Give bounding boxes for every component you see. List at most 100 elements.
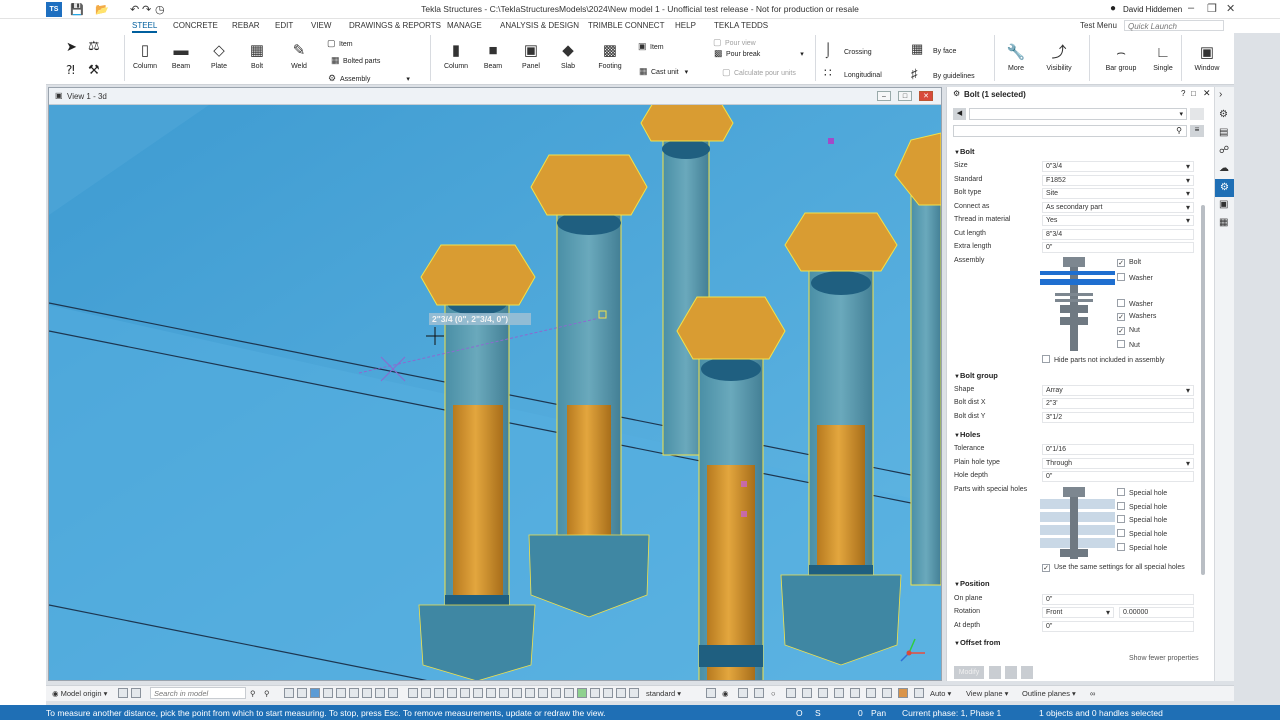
- menu-analysis-design[interactable]: ANALYSIS & DESIGN: [500, 21, 579, 30]
- assembly-bolt-checkbox[interactable]: ✓ Bolt: [1117, 259, 1141, 267]
- size-field[interactable]: 0"3/4: [1042, 161, 1194, 172]
- model-canvas[interactable]: 2"3/4 (0", 2"3/4, 0"): [49, 105, 941, 681]
- menu-concrete[interactable]: CONCRETE: [173, 21, 218, 30]
- toolbar-button[interactable]: [818, 688, 828, 698]
- snap-tool[interactable]: [473, 688, 483, 698]
- select-tool[interactable]: [297, 688, 307, 698]
- globe-icon[interactable]: ☍: [1219, 145, 1229, 156]
- snap-tool[interactable]: [603, 688, 613, 698]
- model-search-input[interactable]: Search in model: [150, 687, 246, 699]
- shape-field[interactable]: Array: [1042, 385, 1194, 396]
- zoom-icon[interactable]: ⚲: [264, 689, 270, 698]
- pin-icon[interactable]: □: [1191, 89, 1196, 98]
- view-plane-dropdown[interactable]: View plane ▾: [966, 689, 1008, 698]
- menu-help[interactable]: HELP: [675, 21, 696, 30]
- extra-length-field[interactable]: 0": [1042, 242, 1194, 253]
- toolbar-button[interactable]: [834, 688, 844, 698]
- single-button[interactable]: ∟ Single: [1151, 44, 1175, 72]
- view-maximize-icon[interactable]: □: [898, 91, 912, 101]
- catalog-icon[interactable]: ▤: [1219, 127, 1228, 138]
- filter-icon[interactable]: [1021, 666, 1033, 679]
- toolbar-button[interactable]: [131, 688, 141, 698]
- toolbar-button[interactable]: [882, 688, 892, 698]
- snap-tool[interactable]: [447, 688, 457, 698]
- standard-field[interactable]: F1852: [1042, 175, 1194, 186]
- test-menu[interactable]: Test Menu: [1080, 21, 1117, 30]
- on-plane-field[interactable]: 0": [1042, 594, 1194, 605]
- property-scrollbar[interactable]: [1201, 205, 1205, 575]
- toolbar-button[interactable]: [802, 688, 812, 698]
- bolt-type-field[interactable]: Site: [1042, 188, 1194, 199]
- select-tool[interactable]: [349, 688, 359, 698]
- menu-manage[interactable]: MANAGE: [447, 21, 482, 30]
- concrete-slab-button[interactable]: ◆ Slab: [555, 42, 581, 70]
- toolbar-button[interactable]: [866, 688, 876, 698]
- scales-icon[interactable]: ⚖: [88, 38, 100, 54]
- snap-tool[interactable]: [538, 688, 548, 698]
- snap-tool[interactable]: [421, 688, 431, 698]
- tools-icon[interactable]: ⚒: [88, 62, 100, 78]
- link-icon[interactable]: ∞: [1090, 689, 1095, 698]
- bar-group-button[interactable]: ⌢ Bar group: [1103, 44, 1139, 72]
- view-close-icon[interactable]: ✕: [919, 91, 933, 101]
- calculate-pour-units-button[interactable]: ▢ Calculate pour units: [722, 67, 796, 78]
- special-hole-4-checkbox[interactable]: Special hole: [1117, 529, 1167, 538]
- concrete-panel-button[interactable]: ▣ Panel: [518, 42, 544, 70]
- handle-point[interactable]: [741, 511, 747, 517]
- concrete-footing-button[interactable]: ▩ Footing: [596, 42, 624, 70]
- settings-dropdown[interactable]: ▾: [969, 108, 1187, 120]
- select-tool[interactable]: [375, 688, 385, 698]
- concrete-column-button[interactable]: ▮ Column: [443, 42, 469, 70]
- rotation-dropdown[interactable]: Front: [1042, 607, 1114, 618]
- snap-tool[interactable]: [499, 688, 509, 698]
- select-tool[interactable]: [362, 688, 372, 698]
- snap-tool[interactable]: [434, 688, 444, 698]
- select-tool[interactable]: [323, 688, 333, 698]
- cloud-icon[interactable]: ☁: [1219, 163, 1229, 174]
- steel-item-button[interactable]: ▢ Item: [327, 38, 353, 49]
- special-hole-1-checkbox[interactable]: Special hole: [1117, 488, 1167, 497]
- cast-unit-button[interactable]: ▦ Cast unit ▾: [639, 66, 688, 77]
- rotation-value-field[interactable]: 0.00000: [1119, 607, 1194, 618]
- cube-icon[interactable]: ▣: [1219, 199, 1228, 210]
- copy-icon[interactable]: [1005, 666, 1017, 679]
- special-hole-3-checkbox[interactable]: Special hole: [1117, 515, 1167, 524]
- assembly-washer2-checkbox[interactable]: Washer: [1117, 299, 1153, 308]
- concrete-item-button[interactable]: ▣ Item: [638, 41, 664, 52]
- toolbar-button[interactable]: [118, 688, 128, 698]
- toolbar-button[interactable]: [754, 688, 764, 698]
- concrete-beam-button[interactable]: ■ Beam: [480, 42, 506, 70]
- pour-view-button[interactable]: ▢ Pour view: [713, 37, 756, 48]
- eye-icon[interactable]: ◉: [722, 689, 729, 698]
- toolbar-button[interactable]: [898, 688, 908, 698]
- assembly-washers-checkbox[interactable]: ✓ Washers: [1117, 313, 1156, 321]
- visibility-button[interactable]: ⤴ Visibility: [1043, 44, 1075, 72]
- toolbar-button[interactable]: [706, 688, 716, 698]
- handle-point[interactable]: [828, 138, 834, 144]
- handle-point[interactable]: [741, 481, 747, 487]
- smart-select-toggle[interactable]: S: [815, 708, 821, 718]
- offset-from-section[interactable]: Offset from: [954, 638, 1000, 647]
- menu-rebar[interactable]: REBAR: [232, 21, 260, 30]
- back-icon[interactable]: ◀: [953, 108, 966, 120]
- holes-section[interactable]: Holes: [954, 430, 980, 439]
- snap-tool[interactable]: [551, 688, 561, 698]
- panel-close-icon[interactable]: ✕: [1203, 88, 1211, 99]
- toolbar-button[interactable]: [786, 688, 796, 698]
- thread-field[interactable]: Yes: [1042, 215, 1194, 226]
- longitudinal-button[interactable]: ∷ Longitudinal: [824, 66, 882, 80]
- select-tool[interactable]: [310, 688, 320, 698]
- connect-as-field[interactable]: As secondary part: [1042, 202, 1194, 213]
- bolted-parts-button[interactable]: ▦ Bolted parts: [331, 55, 380, 66]
- snap-tool[interactable]: [577, 688, 587, 698]
- position-section[interactable]: Position: [954, 579, 990, 588]
- menu-view[interactable]: VIEW: [311, 21, 331, 30]
- special-hole-5-checkbox[interactable]: Special hole: [1117, 543, 1167, 552]
- close-icon[interactable]: ✕: [1226, 2, 1235, 15]
- hole-depth-field[interactable]: 0": [1042, 471, 1194, 482]
- menu-trimble-connect[interactable]: TRIMBLE CONNECT: [588, 21, 664, 30]
- select-tool[interactable]: [336, 688, 346, 698]
- steel-beam-button[interactable]: ▬ Beam: [168, 42, 194, 70]
- user-icon[interactable]: ●: [1110, 3, 1116, 14]
- outline-planes-dropdown[interactable]: Outline planes ▾: [1022, 689, 1076, 698]
